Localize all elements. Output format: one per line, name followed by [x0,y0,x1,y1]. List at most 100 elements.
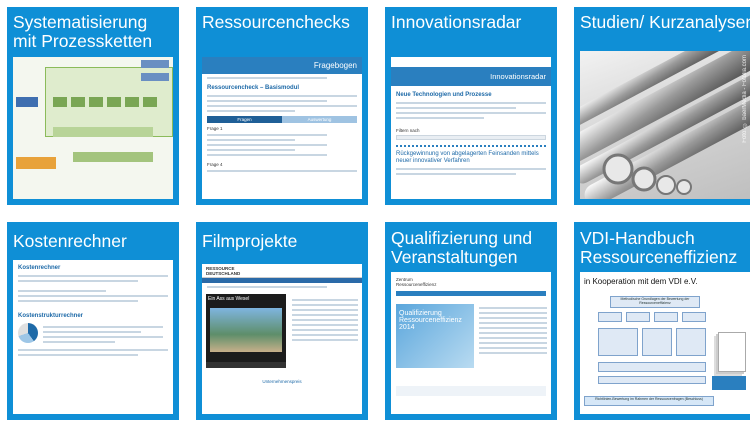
video-player[interactable]: Ein Ass aus Wesel [206,294,286,368]
tile-vdi-handbuch[interactable]: VDI-Handbuch Ressourceneffizienz in Koop… [574,222,750,420]
ressourcencheck-thumbnail: Fragebogen Ressourcencheck – Basismodul … [202,57,362,199]
diagram-box [141,73,169,81]
text-line [18,290,106,292]
site-header: RESSOURCE DEUTSCHLAND [202,264,362,278]
text-line [292,319,358,321]
nav-bar [396,291,546,296]
text-line [479,352,547,354]
video-frame [210,308,282,352]
filmprojekte-thumbnail: RESSOURCE DEUTSCHLAND Ein Ass aus Wesel … [202,264,362,414]
photo-credit: Foto: © baerMedia - Fotolia.com [742,55,748,143]
thumb-heading: Kostenrechner [18,265,61,271]
diagram-box [598,328,638,356]
tile-title: Ressourcenchecks [202,12,350,32]
site-logo: RESSOURCE DEUTSCHLAND [206,265,241,276]
qualifizierung-thumbnail: Zentrum Ressourceneffizienz Qualifizieru… [391,272,551,414]
innovationsradar-thumbnail: Innovationsradar Neue Technologien und P… [391,57,551,199]
kostenrechner-thumbnail: Kostenrechner Kostenstrukturrechner [13,260,173,414]
text-line [479,347,547,349]
text-line [479,337,547,339]
brand-name: Zentrum Ressourceneffizienz [396,277,437,287]
text-line [43,331,141,333]
diagram-box [16,157,56,169]
video-controls[interactable] [206,362,286,368]
diagram-box [141,60,169,68]
text-line [292,299,358,301]
text-line [18,280,138,282]
text-line [207,95,357,97]
tile-title: Studien/ Kurzanalysen [580,12,750,32]
text-line [292,324,358,326]
text-line [292,304,358,306]
diagram-box [642,328,672,356]
text-line [43,336,163,338]
banner-year: 2014 [399,324,415,331]
tile-innovationsradar[interactable]: Innovationsradar Innovationsradar Neue T… [385,7,557,205]
text-line [207,139,295,141]
text-line [18,300,138,302]
text-line [292,309,358,311]
question-label: Frage 1 [207,126,223,131]
diagram-box [16,97,38,107]
video-caption: Unternehmenspreis [262,379,302,384]
filter-bar [396,135,546,140]
text-line [479,317,547,319]
diagram-box [676,328,706,356]
tile-studien[interactable]: Studien/ Kurzanalysen Foto: © baerMedia … [574,7,750,205]
tab-auswertung: Auswertung [282,116,357,123]
text-line [479,312,547,314]
question-label: Frage 4 [207,162,223,167]
vdi-thumbnail: in Kooperation mit dem VDI e.V. Methodis… [580,272,750,414]
text-line [396,102,546,104]
text-line [18,275,168,277]
diagram-box [598,312,622,322]
info-badge [712,376,746,390]
diagram-box [654,312,678,322]
process-chain-thumbnail [13,57,173,199]
diagram-box [107,97,121,107]
text-line [396,168,546,170]
tile-qualifizierung[interactable]: Qualifizierung und Veranstaltungen Zentr… [385,222,557,420]
tile-filmprojekte[interactable]: Filmprojekte RESSOURCE DEUTSCHLAND Ein A… [196,222,368,420]
text-line [207,105,357,107]
thumb-heading: Neue Technologien und Prozesse [396,92,492,98]
text-line [292,339,358,341]
text-line [479,327,547,329]
text-line [18,295,168,297]
bottom-box: Richtlinien-Bewertung im Rahmen der Ress… [584,396,714,406]
thumb-subheading: Kostenstrukturrechner [18,313,84,319]
text-line [207,170,357,172]
pipes-illustration [580,51,750,199]
text-line [292,334,358,336]
text-line [18,349,168,351]
diagram-box [73,152,153,162]
text-line [43,341,115,343]
tab-fragen: Fragen [207,116,282,123]
tile-systematisierung[interactable]: Systematisierung mit Prozessketten [7,7,179,205]
event-banner: Qualifizierung Ressourceneffizienz 2014 [396,304,474,368]
text-line [207,110,295,112]
banner: Fragebogen [202,57,362,74]
side-text [292,296,358,344]
text-line [396,173,516,175]
text-line [479,342,547,344]
text-line [43,326,163,328]
cooperation-text: in Kooperation mit dem VDI e.V. [584,277,698,286]
text-line [479,322,547,324]
diagram-box [626,312,650,322]
text-line [207,154,327,156]
tile-ressourcenchecks[interactable]: Ressourcenchecks Fragebogen Ressourcench… [196,7,368,205]
video-title: Ein Ass aus Wesel [208,296,250,302]
banner-title-2: Ressourceneffizienz [399,317,462,324]
tile-kostenrechner[interactable]: Kostenrechner Kostenrechner Kostenstrukt… [7,222,179,420]
pie-icon [18,323,38,343]
diagram-box [53,97,67,107]
tile-title: Systematisierung mit Prozessketten [13,12,153,51]
tab-bar: Fragen Auswertung [207,116,357,123]
text-line [292,314,358,316]
document-stack-icon [718,332,746,372]
banner-title: Qualifizierung [399,310,442,317]
tile-title: Qualifizierung und Veranstaltungen [391,228,533,267]
text-line [396,117,484,119]
nav-bar [202,278,362,283]
